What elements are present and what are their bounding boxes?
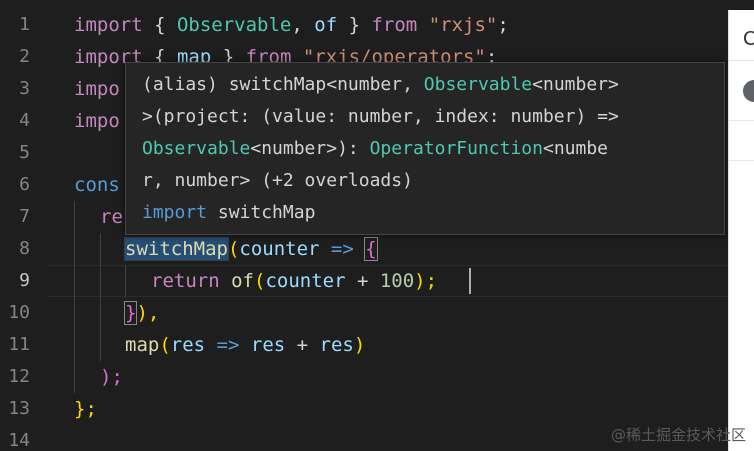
code-line-13[interactable]: };: [74, 393, 97, 425]
bracket-token: ),: [136, 302, 160, 324]
tooltip-text: >(project: (value: number, index: number…: [142, 106, 619, 127]
divider: [729, 160, 754, 161]
bracket-token: };: [74, 398, 97, 420]
code-editor[interactable]: 1 2 3 4 5 6 7 8 9 10 11 12 13 14 import …: [0, 0, 754, 451]
code-line-12[interactable]: );: [100, 361, 123, 393]
keyword-token: cons: [74, 174, 120, 196]
keyword-token: import: [74, 14, 143, 36]
punctuation-token: ;: [497, 14, 509, 36]
code-line-3[interactable]: impo: [74, 73, 120, 105]
tooltip-import-line: import switchMap: [142, 197, 315, 229]
number-token: 100: [379, 270, 415, 292]
function-token: map: [125, 334, 160, 356]
tooltip-text: (alias) switchMap<number,: [142, 74, 424, 95]
operator-token: +: [345, 270, 380, 292]
line-number: 11: [8, 334, 30, 355]
identifier-token: res: [250, 334, 286, 356]
bracket-token: }: [123, 301, 138, 325]
function-token: switchMap: [124, 237, 229, 261]
keyword-token: re: [100, 206, 123, 228]
tooltip-text: <numbe: [542, 138, 609, 159]
indent-guide: [100, 233, 101, 361]
line-number: 9: [19, 270, 30, 291]
tooltip-text: r, number> (+2 overloads): [142, 170, 413, 191]
code-line-6[interactable]: cons: [74, 169, 120, 201]
line-number: 13: [8, 398, 30, 419]
line-number: 12: [8, 366, 30, 387]
punctuation-token: [417, 14, 428, 36]
tooltip-text: <number>):: [250, 138, 370, 159]
punctuation-token: ,: [291, 14, 315, 36]
line-number: 10: [8, 302, 30, 323]
text-cursor: [469, 268, 471, 294]
keyword-token: impo: [74, 78, 120, 100]
code-line-4[interactable]: impo: [74, 105, 120, 137]
tooltip-keyword: import: [142, 202, 208, 223]
tooltip-type: Observable: [423, 74, 533, 95]
hover-tooltip: (alias) switchMap<number, Observable<num…: [125, 62, 725, 235]
line-number: 3: [19, 78, 30, 99]
divider: [729, 120, 754, 121]
bracket-token: );: [414, 270, 438, 292]
operator-token: +: [285, 334, 320, 356]
code-line-10[interactable]: }),: [123, 297, 160, 329]
keyword-token: return: [151, 270, 220, 292]
tooltip-signature-line: r, number> (+2 overloads): [142, 165, 413, 197]
indent-guide: [74, 201, 75, 393]
code-line-1[interactable]: import { Observable, of } from "rxjs";: [74, 9, 509, 41]
line-number-gutter: 1 2 3 4 5 6 7 8 9 10 11 12 13 14: [0, 0, 48, 451]
code-line-7[interactable]: re: [100, 201, 123, 233]
line-number: 14: [8, 430, 30, 451]
tooltip-signature-line: >(project: (value: number, index: number…: [142, 101, 619, 133]
punctuation-token: [220, 270, 231, 292]
bracket-token: ): [353, 334, 366, 356]
side-panel-tab[interactable]: C: [743, 28, 754, 51]
identifier-token: res: [170, 334, 206, 356]
bracket-token: (: [159, 334, 171, 356]
tooltip-signature-line: Observable<number>): OperatorFunction<nu…: [142, 133, 608, 165]
check-circle-icon[interactable]: [743, 80, 754, 102]
arrow-token: =>: [319, 238, 366, 260]
code-line-9[interactable]: return of(counter + 100);: [151, 265, 437, 297]
line-number: 5: [19, 142, 30, 163]
tooltip-type: Observable: [142, 138, 251, 159]
identifier-token: res: [319, 334, 354, 356]
type-token: Observable: [176, 14, 292, 36]
punctuation-token: }: [337, 14, 372, 36]
line-number: 2: [19, 46, 30, 67]
watermark: @稀土掘金技术社区: [610, 426, 746, 444]
punctuation-token: {: [142, 14, 177, 36]
indent-guide: [125, 265, 126, 297]
code-line-8[interactable]: switchMap(counter => {: [124, 233, 378, 265]
bracket-token: );: [100, 366, 123, 388]
tooltip-type: OperatorFunction: [369, 138, 543, 159]
code-line-11[interactable]: map(res => res + res): [125, 329, 365, 361]
tooltip-signature-line: (alias) switchMap<number, Observable<num…: [142, 69, 619, 101]
string-token: "rxjs": [428, 14, 498, 36]
keyword-token: from: [371, 14, 418, 36]
identifier-token: of: [314, 14, 338, 36]
bracket-token: (: [227, 238, 240, 260]
line-number: 1: [19, 14, 30, 35]
arrow-token: =>: [205, 334, 251, 356]
tooltip-text: <number>: [532, 74, 619, 95]
line-number: 4: [19, 110, 30, 131]
tooltip-text: switchMap: [207, 202, 316, 223]
identifier-token: counter: [239, 238, 320, 260]
line-number: 6: [19, 174, 30, 195]
bracket-token: (: [253, 270, 266, 292]
bracket-token: {: [364, 237, 378, 261]
side-panel[interactable]: C: [728, 10, 754, 451]
line-number: 7: [19, 206, 30, 227]
keyword-token: impo: [74, 110, 120, 132]
identifier-token: counter: [265, 270, 346, 292]
line-number: 8: [19, 238, 30, 259]
divider: [729, 60, 754, 61]
function-token: of: [231, 270, 254, 292]
